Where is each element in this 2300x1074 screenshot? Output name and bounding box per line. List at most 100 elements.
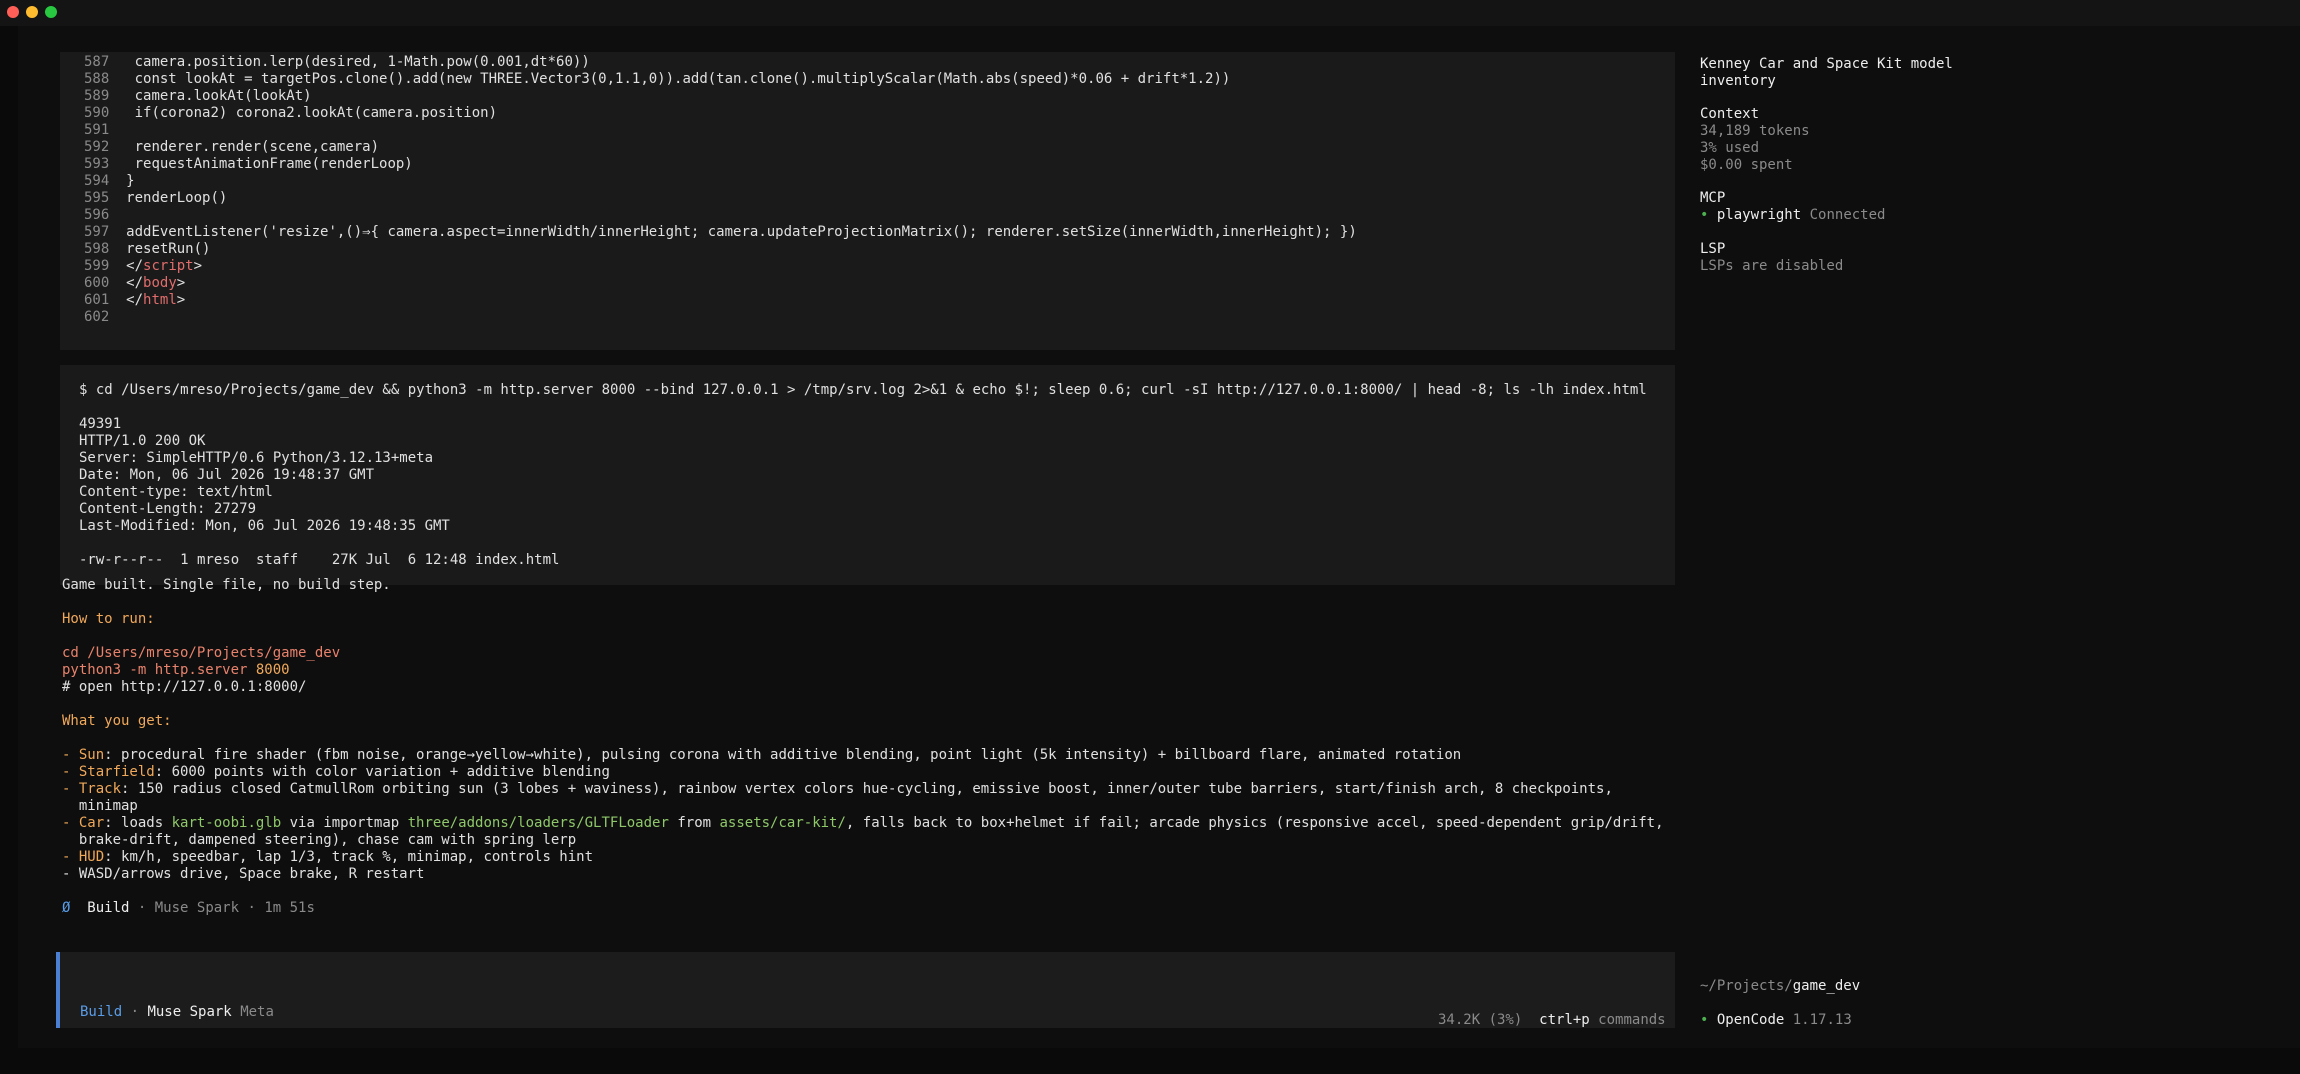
code-text: renderLoop() — [117, 190, 228, 206]
close-window-button[interactable] — [7, 6, 19, 18]
context-usage: 34.2K (3%) — [1438, 1012, 1523, 1028]
starfield-label: Starfield — [78, 764, 155, 780]
html-tag-name: html — [143, 292, 177, 308]
line-number: 598 — [84, 241, 110, 257]
shell-output-line: Server: SimpleHTTP/0.6 Python/3.12.13+me… — [79, 450, 434, 466]
commands-shortcut[interactable]: ctrl+p — [1539, 1012, 1590, 1028]
response-intro: Game built. Single file, no build step. — [62, 577, 391, 593]
bullet-car: - Car: loads kart-oobi.glb via importmap… — [62, 815, 1664, 832]
status-separator: · — [239, 900, 265, 916]
prompt-model[interactable]: Muse Spark — [147, 1004, 231, 1020]
mcp-heading: MCP — [1700, 190, 1726, 206]
html-tag-name: script — [143, 258, 194, 274]
bullet-controls: - WASD/arrows drive, Space brake, R rest… — [62, 866, 425, 882]
status-agent: Build — [87, 900, 130, 916]
run-command-open: # open http://127.0.0.1:8000/ — [62, 679, 307, 695]
lsp-status: LSPs are disabled — [1700, 258, 1844, 274]
track-text: : 150 radius closed CatmullRom orbiting … — [121, 781, 1613, 797]
run-command-server: python3 -m http.server 8000 — [62, 662, 290, 679]
code-text: </ — [117, 292, 144, 308]
sun-label: Sun — [78, 747, 105, 763]
car-loader-path: three/addons/loaders/GLTFLoader — [407, 815, 669, 831]
shell-output-line: Content-type: text/html — [79, 484, 273, 500]
prompt-input[interactable]: Build · Muse Spark Meta — [56, 952, 1680, 1028]
code-text: </ — [117, 258, 144, 274]
line-number: 593 — [84, 156, 110, 172]
what-you-get-heading: What you get: — [62, 713, 172, 729]
footer-status: 34.2K (3%) ctrl+p commands — [1438, 1012, 1666, 1029]
code-line: 591 — [84, 122, 118, 139]
project-path-prefix: ~/Projects/ — [1700, 978, 1793, 994]
run-command-cd: cd /Users/mreso/Projects/game_dev — [62, 645, 341, 661]
app-version: 1.17.13 — [1792, 1012, 1852, 1028]
mcp-server-status: Connected — [1809, 207, 1886, 223]
tag-close: > — [193, 258, 203, 274]
context-tokens: 34,189 tokens — [1700, 123, 1810, 139]
code-line: 595 renderLoop() — [84, 190, 227, 207]
code-line: 593 requestAnimationFrame(renderLoop) — [84, 156, 413, 173]
line-number: 595 — [84, 190, 110, 206]
maximize-window-button[interactable] — [45, 6, 57, 18]
sun-text: : procedural fire shader (fbm noise, ora… — [104, 747, 1462, 763]
starfield-text: : 6000 points with color variation + add… — [154, 764, 610, 780]
shell-command-panel: $ cd /Users/mreso/Projects/game_dev && p… — [60, 365, 1676, 585]
code-text: camera.lookAt(lookAt) — [117, 88, 312, 104]
code-text: const lookAt = targetPos.clone().add(new… — [117, 71, 1231, 87]
car-model-file: kart-oobi.glb — [171, 815, 282, 831]
line-number: 590 — [84, 105, 110, 121]
tag-close: > — [176, 275, 186, 291]
code-view-panel: 587 camera.position.lerp(desired, 1-Math… — [60, 52, 1676, 350]
code-line: 597 addEventListener('resize',()⇒{ camer… — [84, 224, 1357, 241]
context-heading: Context — [1700, 106, 1760, 122]
car-label: Car — [78, 815, 105, 831]
bullet-hud: - HUD: km/h, speedbar, lap 1/3, track %,… — [62, 849, 593, 866]
project-path-dir: game_dev — [1792, 978, 1861, 994]
session-title: Kenney Car and Space Kit model — [1700, 56, 1953, 72]
run-command-server-text: python3 -m http.server — [62, 662, 256, 678]
shell-command: $ cd /Users/mreso/Projects/game_dev && p… — [79, 382, 1647, 398]
context-used: 3% used — [1700, 140, 1760, 156]
commands-label: commands — [1598, 1012, 1666, 1028]
car-text-1: : loads — [104, 815, 172, 831]
code-text: addEventListener('resize',()⇒{ camera.as… — [117, 224, 1357, 240]
code-text: } — [117, 173, 135, 189]
code-line: 602 — [84, 309, 118, 326]
line-number: 592 — [84, 139, 110, 155]
shell-output-line: -rw-r--r-- 1 mreso staff 27K Jul 6 12:48… — [79, 552, 560, 568]
shell-output-line: Last-Modified: Mon, 06 Jul 2026 19:48:35… — [79, 518, 450, 534]
bullet-sun: - Sun: procedural fire shader (fbm noise… — [62, 747, 1461, 764]
line-number: 589 — [84, 88, 110, 104]
line-number: 596 — [84, 207, 110, 223]
code-line: 588 const lookAt = targetPos.clone().add… — [84, 71, 1230, 88]
app-name: OpenCode — [1716, 1012, 1785, 1028]
car-text-4: , falls back to box+helmet if fail; arca… — [845, 815, 1664, 831]
context-spent: $0.00 spent — [1700, 157, 1793, 173]
bullet-starfield: - Starfield: 6000 points with color vari… — [62, 764, 610, 781]
minimize-window-button[interactable] — [26, 6, 38, 18]
code-line: 598 resetRun() — [84, 241, 210, 258]
code-text: resetRun() — [117, 241, 211, 257]
session-sidebar: Kenney Car and Space Kit model inventory… — [1675, 26, 2300, 1048]
line-number: 597 — [84, 224, 110, 240]
shell-output-line: 49391 — [79, 416, 122, 432]
app-version-line: • OpenCode 1.17.13 — [1700, 1012, 1852, 1029]
bullet-dash: - — [62, 849, 79, 865]
prompt-mode[interactable]: Build — [80, 1004, 122, 1020]
code-text: if(corona2) corona2.lookAt(camera.positi… — [117, 105, 498, 121]
mcp-server-name: playwright — [1716, 207, 1802, 223]
car-assets-path: assets/car-kit/ — [719, 815, 846, 831]
mcp-server-item: • playwright Connected — [1700, 207, 1885, 224]
message-status: Ø Build · Muse Spark · 1m 51s — [62, 900, 315, 917]
lsp-heading: LSP — [1700, 241, 1726, 257]
bullet-track: - Track: 150 radius closed CatmullRom or… — [62, 781, 1613, 798]
bullet-dash: - — [62, 815, 79, 831]
run-command-port: 8000 — [255, 662, 290, 678]
app-status-dot-icon: • — [1700, 1012, 1709, 1028]
bullet-dash: - — [62, 764, 79, 780]
bullet-dash: - — [62, 781, 79, 797]
line-number: 600 — [84, 275, 110, 291]
code-line: 594 } — [84, 173, 135, 190]
conversation-pane: 587 camera.position.lerp(desired, 1-Math… — [18, 26, 1680, 1048]
code-line: 587 camera.position.lerp(desired, 1-Math… — [84, 54, 590, 71]
line-number: 588 — [84, 71, 110, 87]
